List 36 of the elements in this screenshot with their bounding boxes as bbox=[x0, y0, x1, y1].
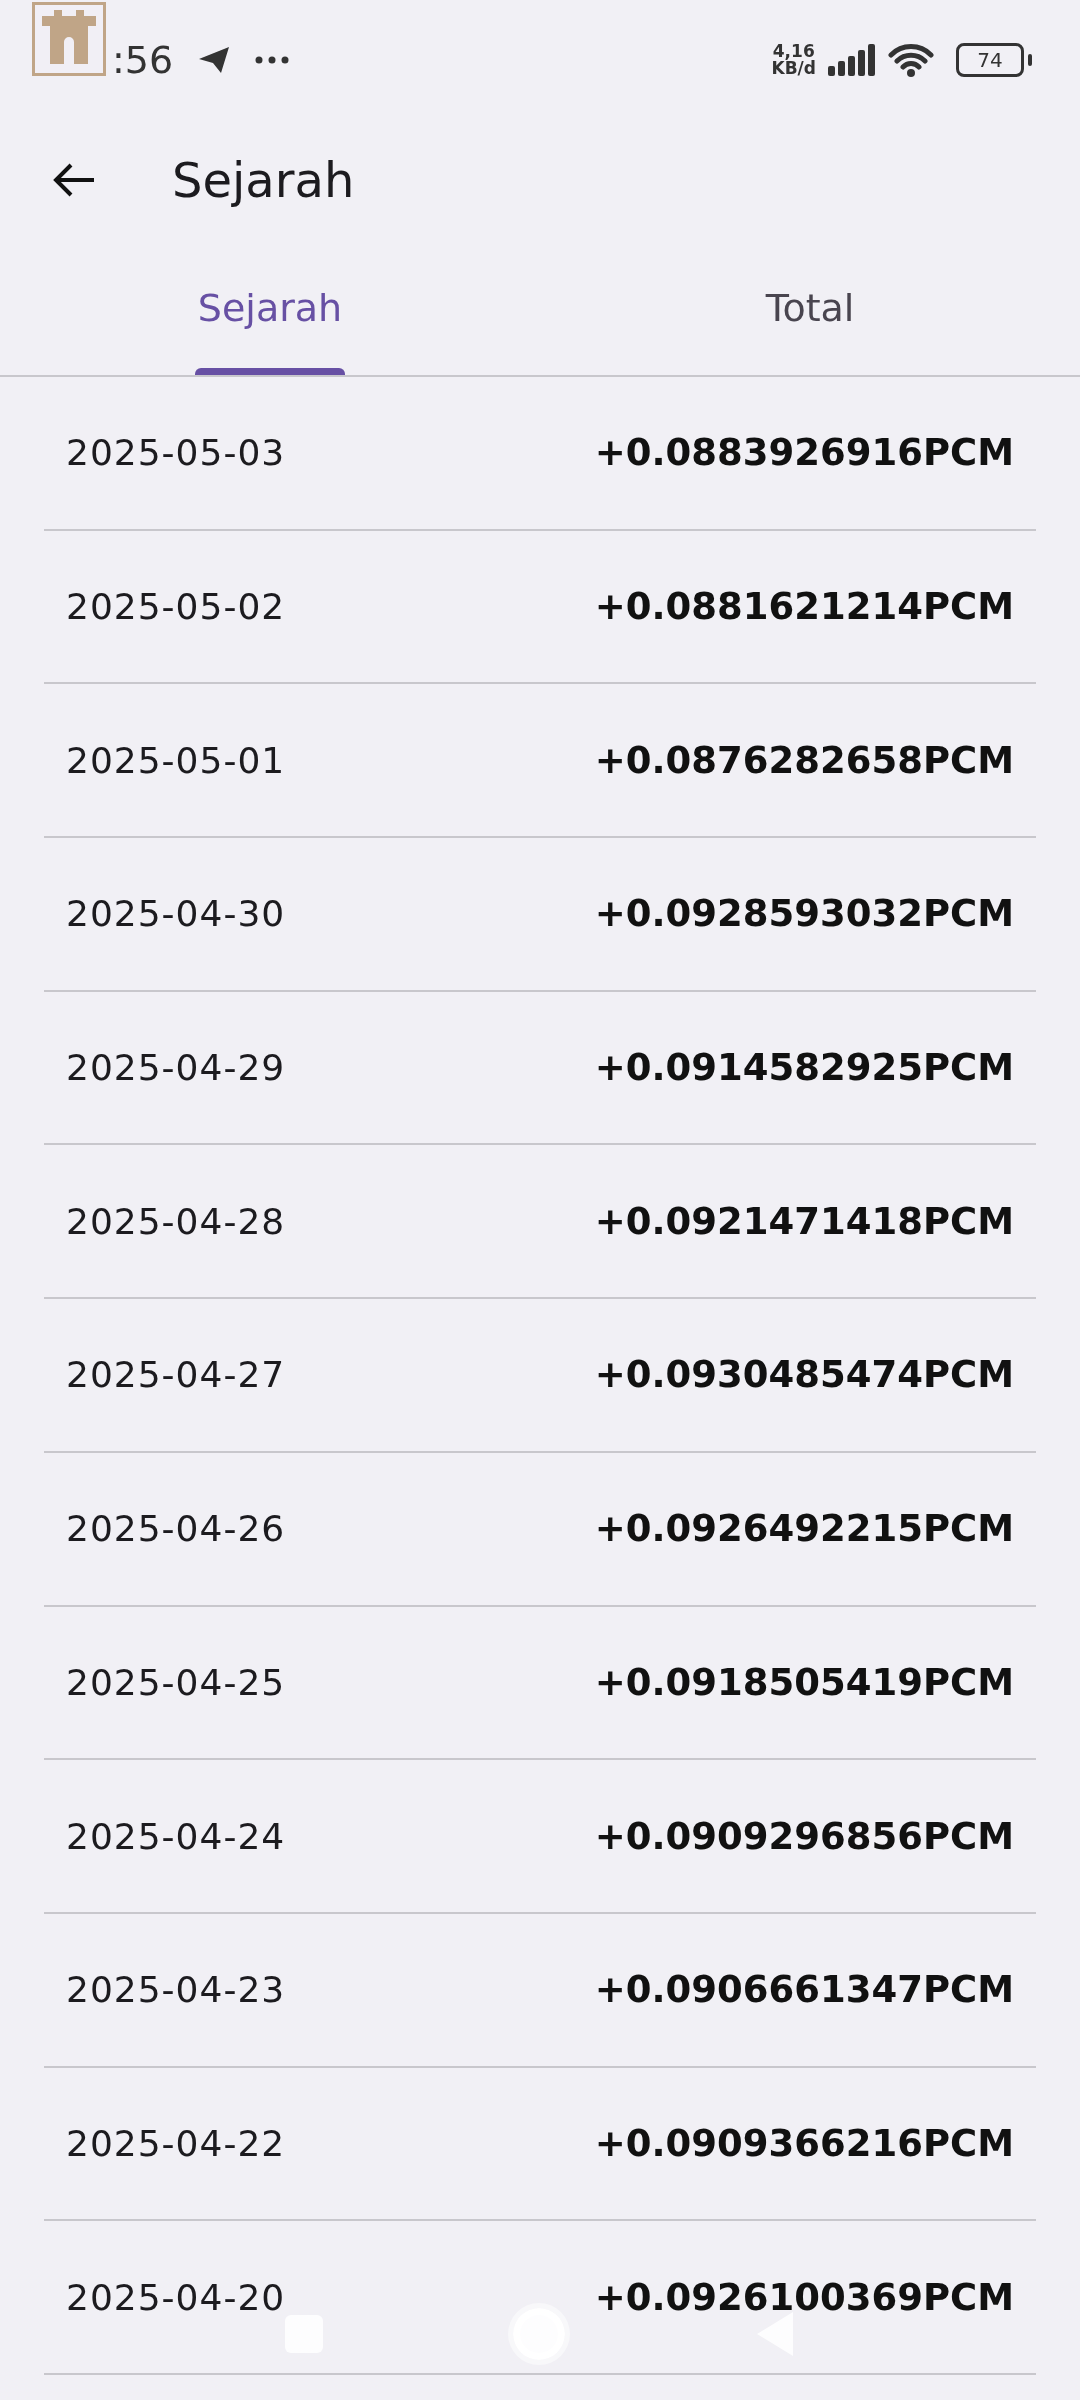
date-text: 2025-04-25 bbox=[66, 1661, 286, 1703]
amount-text: +0.0883926916PCM bbox=[594, 431, 1014, 475]
amount-text: +0.0914582925PCM bbox=[594, 1046, 1014, 1090]
amount-text: +0.0881621214PCM bbox=[594, 585, 1014, 629]
amount-text: +0.0926100369PCM bbox=[594, 2275, 1014, 2319]
date-text: 2025-05-01 bbox=[66, 739, 286, 781]
amount-text: +0.0909366216PCM bbox=[594, 2121, 1014, 2165]
date-text: 2025-04-28 bbox=[66, 1200, 286, 1242]
amount-text: +0.0918505419PCM bbox=[594, 1660, 1014, 1704]
date-text: 2025-04-20 bbox=[66, 2276, 286, 2318]
date-text: 2025-04-24 bbox=[66, 1815, 286, 1857]
date-text: 2025-04-27 bbox=[66, 1354, 286, 1396]
amount-text: +0.0928593032PCM bbox=[594, 892, 1014, 936]
paper-plane-icon bbox=[197, 45, 232, 75]
signal-icon bbox=[828, 44, 876, 76]
more-icon bbox=[255, 56, 290, 64]
amount-text: +0.0930485474PCM bbox=[594, 1353, 1014, 1397]
date-text: 2025-04-29 bbox=[66, 1047, 286, 1089]
tab[interactable]: Total bbox=[540, 240, 1080, 375]
amount-text: +0.0926492215PCM bbox=[594, 1507, 1014, 1551]
amount-text: +0.0876282658PCM bbox=[594, 738, 1014, 782]
wifi-icon bbox=[888, 43, 934, 77]
page-title: Sejarah bbox=[172, 152, 355, 208]
date-text: 2025-04-30 bbox=[66, 893, 286, 935]
tab[interactable]: Sejarah bbox=[0, 240, 540, 375]
network-speed: 4,16 KB/d bbox=[771, 43, 816, 77]
date-text: 2025-05-03 bbox=[66, 432, 286, 474]
back-button[interactable] bbox=[52, 162, 96, 198]
status-time: :56 bbox=[112, 38, 174, 82]
date-text: 2025-04-23 bbox=[66, 1969, 286, 2011]
date-text: 2025-04-22 bbox=[66, 2122, 286, 2164]
amount-text: +0.0906661347PCM bbox=[594, 1968, 1014, 2012]
date-text: 2025-05-02 bbox=[66, 586, 286, 628]
amount-text: +0.0909296856PCM bbox=[594, 1814, 1014, 1858]
date-text: 2025-04-26 bbox=[66, 1508, 286, 1550]
amount-text: +0.0921471418PCM bbox=[594, 1199, 1014, 1243]
